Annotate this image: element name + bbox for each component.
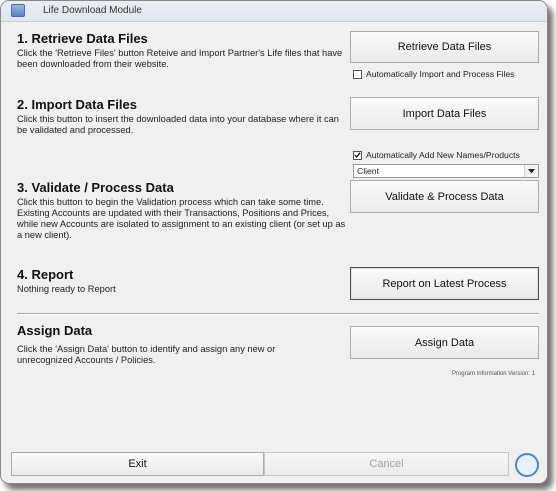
window-title: Life Download Module <box>43 5 142 16</box>
retrieve-section-title: 1. Retrieve Data Files <box>17 31 148 46</box>
window-icon <box>11 4 25 17</box>
assign-description: Click the 'Assign Data' button to identi… <box>17 344 276 365</box>
life-download-window: Life Download Module 1. Retrieve Data Fi… <box>0 0 548 484</box>
section-divider <box>17 313 539 315</box>
report-description: Nothing ready to Report <box>17 284 116 294</box>
auto-add-names-checkbox[interactable] <box>353 150 362 160</box>
auto-add-names-label: Automatically Add New Names/Products <box>366 150 520 160</box>
validate-description: Click this button to begin the Validatio… <box>17 197 346 240</box>
report-section-title: 4. Report <box>17 267 74 282</box>
cancel-button: Cancel <box>264 452 509 476</box>
auto-import-label: Automatically Import and Process Files <box>366 69 515 79</box>
validate-section-title: 3. Validate / Process Data <box>17 180 174 195</box>
report-latest-process-button[interactable]: Report on Latest Process <box>350 267 539 300</box>
client-dropdown[interactable]: Client <box>353 164 539 178</box>
import-section-title: 2. Import Data Files <box>17 97 137 112</box>
assign-section-title: Assign Data <box>17 323 93 338</box>
checkmark-icon <box>354 152 361 158</box>
import-description: Click this button to insert the download… <box>17 114 339 135</box>
retrieve-description: Click the 'Retrieve Files' button Reteiv… <box>17 48 343 69</box>
title-bar[interactable]: Life Download Module <box>1 1 547 22</box>
auto-add-names-checkbox-row[interactable]: Automatically Add New Names/Products <box>353 150 520 160</box>
help-icon[interactable] <box>515 453 539 477</box>
chevron-down-icon[interactable] <box>524 165 538 177</box>
import-data-files-button[interactable]: Import Data Files <box>350 97 539 130</box>
auto-import-checkbox-row[interactable]: Automatically Import and Process Files <box>353 69 515 79</box>
client-dropdown-value: Client <box>357 166 379 176</box>
exit-button[interactable]: Exit <box>11 452 264 476</box>
validate-process-data-button[interactable]: Validate & Process Data <box>350 180 539 213</box>
program-version-label: Program Information Version: 1 <box>451 371 535 377</box>
retrieve-data-files-button[interactable]: Retrieve Data Files <box>350 31 539 63</box>
auto-import-checkbox[interactable] <box>353 69 362 79</box>
assign-data-button[interactable]: Assign Data <box>350 326 539 359</box>
